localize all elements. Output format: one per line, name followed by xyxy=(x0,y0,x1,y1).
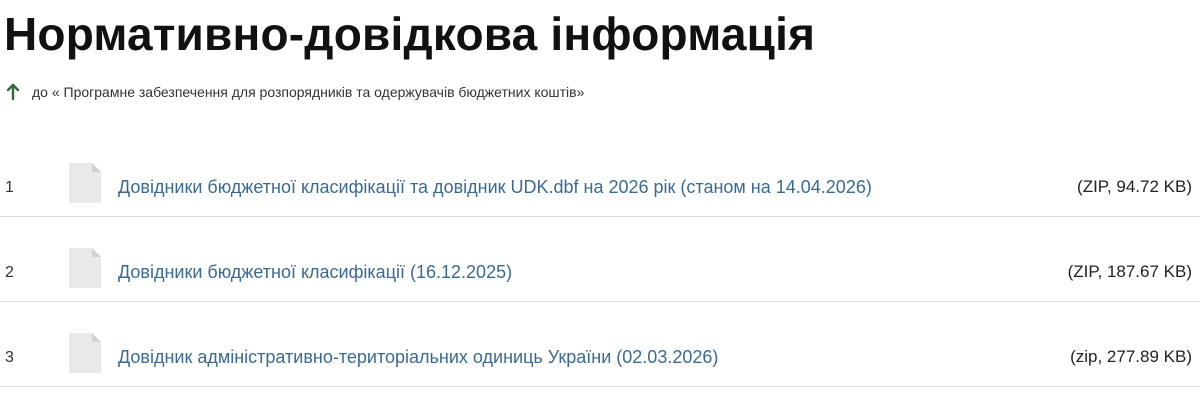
file-link[interactable]: Довідник адміністративно-територіальних … xyxy=(118,346,718,368)
back-link[interactable]: до « Програмне забезпечення для розпоряд… xyxy=(6,82,584,102)
file-row-3: 3 Довідник адміністративно-територіальни… xyxy=(0,302,1200,387)
file-link[interactable]: Довідники бюджетної класифікації (16.12.… xyxy=(118,261,512,283)
page-title: Нормативно-довідкова інформація xyxy=(4,8,816,60)
file-link[interactable]: Довідники бюджетної класифікації та дові… xyxy=(118,176,872,198)
row-number: 2 xyxy=(5,264,14,281)
arrow-up-icon xyxy=(6,82,20,102)
file-size: (ZIP, 187.67 KB) xyxy=(1067,262,1192,281)
file-row-2: 2 Довідники бюджетної класифікації (16.1… xyxy=(0,217,1200,302)
document-icon[interactable] xyxy=(68,332,102,374)
row-number: 3 xyxy=(5,349,14,366)
file-size: (ZIP, 94.72 KB) xyxy=(1077,177,1192,196)
document-icon[interactable] xyxy=(68,162,102,204)
file-size: (zip, 277.89 KB) xyxy=(1070,347,1192,366)
page: Нормативно-довідкова інформація до « Про… xyxy=(0,0,1200,400)
row-number: 1 xyxy=(5,179,14,196)
file-row-1: 1 Довідники бюджетної класифікації та до… xyxy=(0,132,1200,217)
document-icon[interactable] xyxy=(68,247,102,289)
files-list: 1 Довідники бюджетної класифікації та до… xyxy=(0,132,1200,387)
back-link-label: до « Програмне забезпечення для розпоряд… xyxy=(32,84,585,100)
